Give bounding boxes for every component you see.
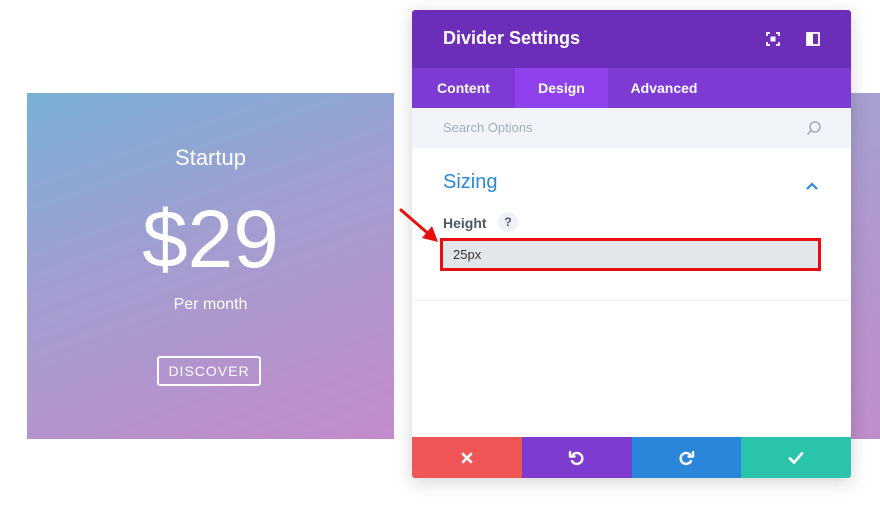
pricing-card-price: $29: [142, 194, 279, 285]
pricing-card: Startup $29 Per month DISCOVER: [27, 93, 394, 439]
tab-advanced[interactable]: Advanced: [608, 68, 720, 108]
save-button[interactable]: [741, 437, 851, 478]
redo-button[interactable]: [631, 437, 742, 478]
sidebar-toggle-icon[interactable]: [805, 31, 821, 47]
cancel-button[interactable]: [412, 437, 522, 478]
expand-icon[interactable]: [765, 31, 781, 47]
search-input[interactable]: [443, 120, 773, 135]
section-title[interactable]: Sizing: [443, 171, 497, 194]
annotation-arrow-icon: [399, 208, 438, 242]
modal-header: Divider Settings: [412, 10, 851, 68]
settings-tabs: Content Design Advanced: [412, 68, 851, 108]
search-bar: [412, 108, 851, 148]
pricing-card-title: Startup: [175, 145, 246, 170]
pricing-card-period: Per month: [173, 296, 248, 313]
search-icon[interactable]: [806, 120, 822, 136]
tab-design[interactable]: Design: [515, 68, 608, 108]
undo-button[interactable]: [521, 437, 632, 478]
modal-footer: [412, 437, 851, 478]
redo-icon: [679, 450, 695, 465]
help-icon[interactable]: ?: [498, 212, 518, 232]
sizing-section: Sizing Height ?: [412, 148, 851, 301]
height-field[interactable]: [443, 241, 818, 268]
chevron-up-icon[interactable]: [805, 178, 819, 190]
undo-icon: [568, 450, 584, 465]
close-icon: [461, 452, 473, 463]
height-label: Height: [443, 215, 487, 231]
discover-button[interactable]: DISCOVER: [157, 356, 261, 386]
divider-settings-modal: Divider Settings Content Design Advanced: [412, 10, 851, 478]
pricing-card-edge: [851, 93, 880, 439]
tab-content[interactable]: Content: [412, 68, 515, 108]
modal-title: Divider Settings: [443, 28, 581, 48]
checkmark-icon: [788, 451, 804, 464]
